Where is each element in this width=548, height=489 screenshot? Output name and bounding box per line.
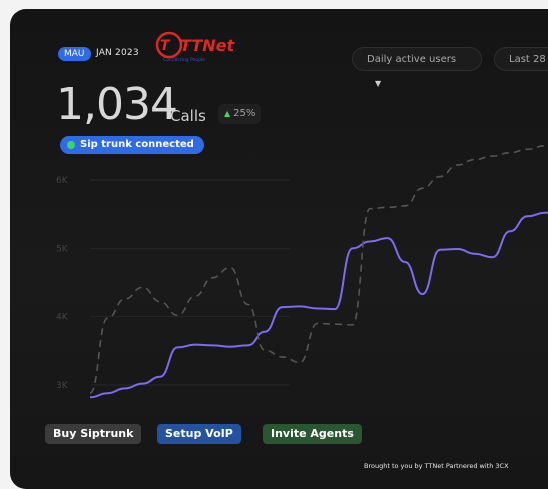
line-chart: 6K 5K 4K 3K — [56, 144, 548, 399]
series-line-primary — [89, 211, 548, 399]
dashboard-card: MAU JAN 2023 T TTNet Connecting People D… — [10, 9, 548, 489]
y-tick-label: 4K — [56, 313, 69, 323]
footer-credit: Brought to you by TTNet Partnered with 3… — [364, 462, 509, 470]
y-tick-label: 3K — [56, 381, 69, 391]
invite-agents-button[interactable]: Invite Agents — [263, 424, 362, 444]
buy-siptrunk-button[interactable]: Buy Siptrunk — [45, 424, 142, 444]
setup-voip-button[interactable]: Setup VoIP — [157, 424, 241, 444]
series-line-comparison — [89, 144, 548, 394]
y-tick-label: 6K — [56, 176, 69, 186]
y-tick-label: 5K — [56, 244, 69, 254]
